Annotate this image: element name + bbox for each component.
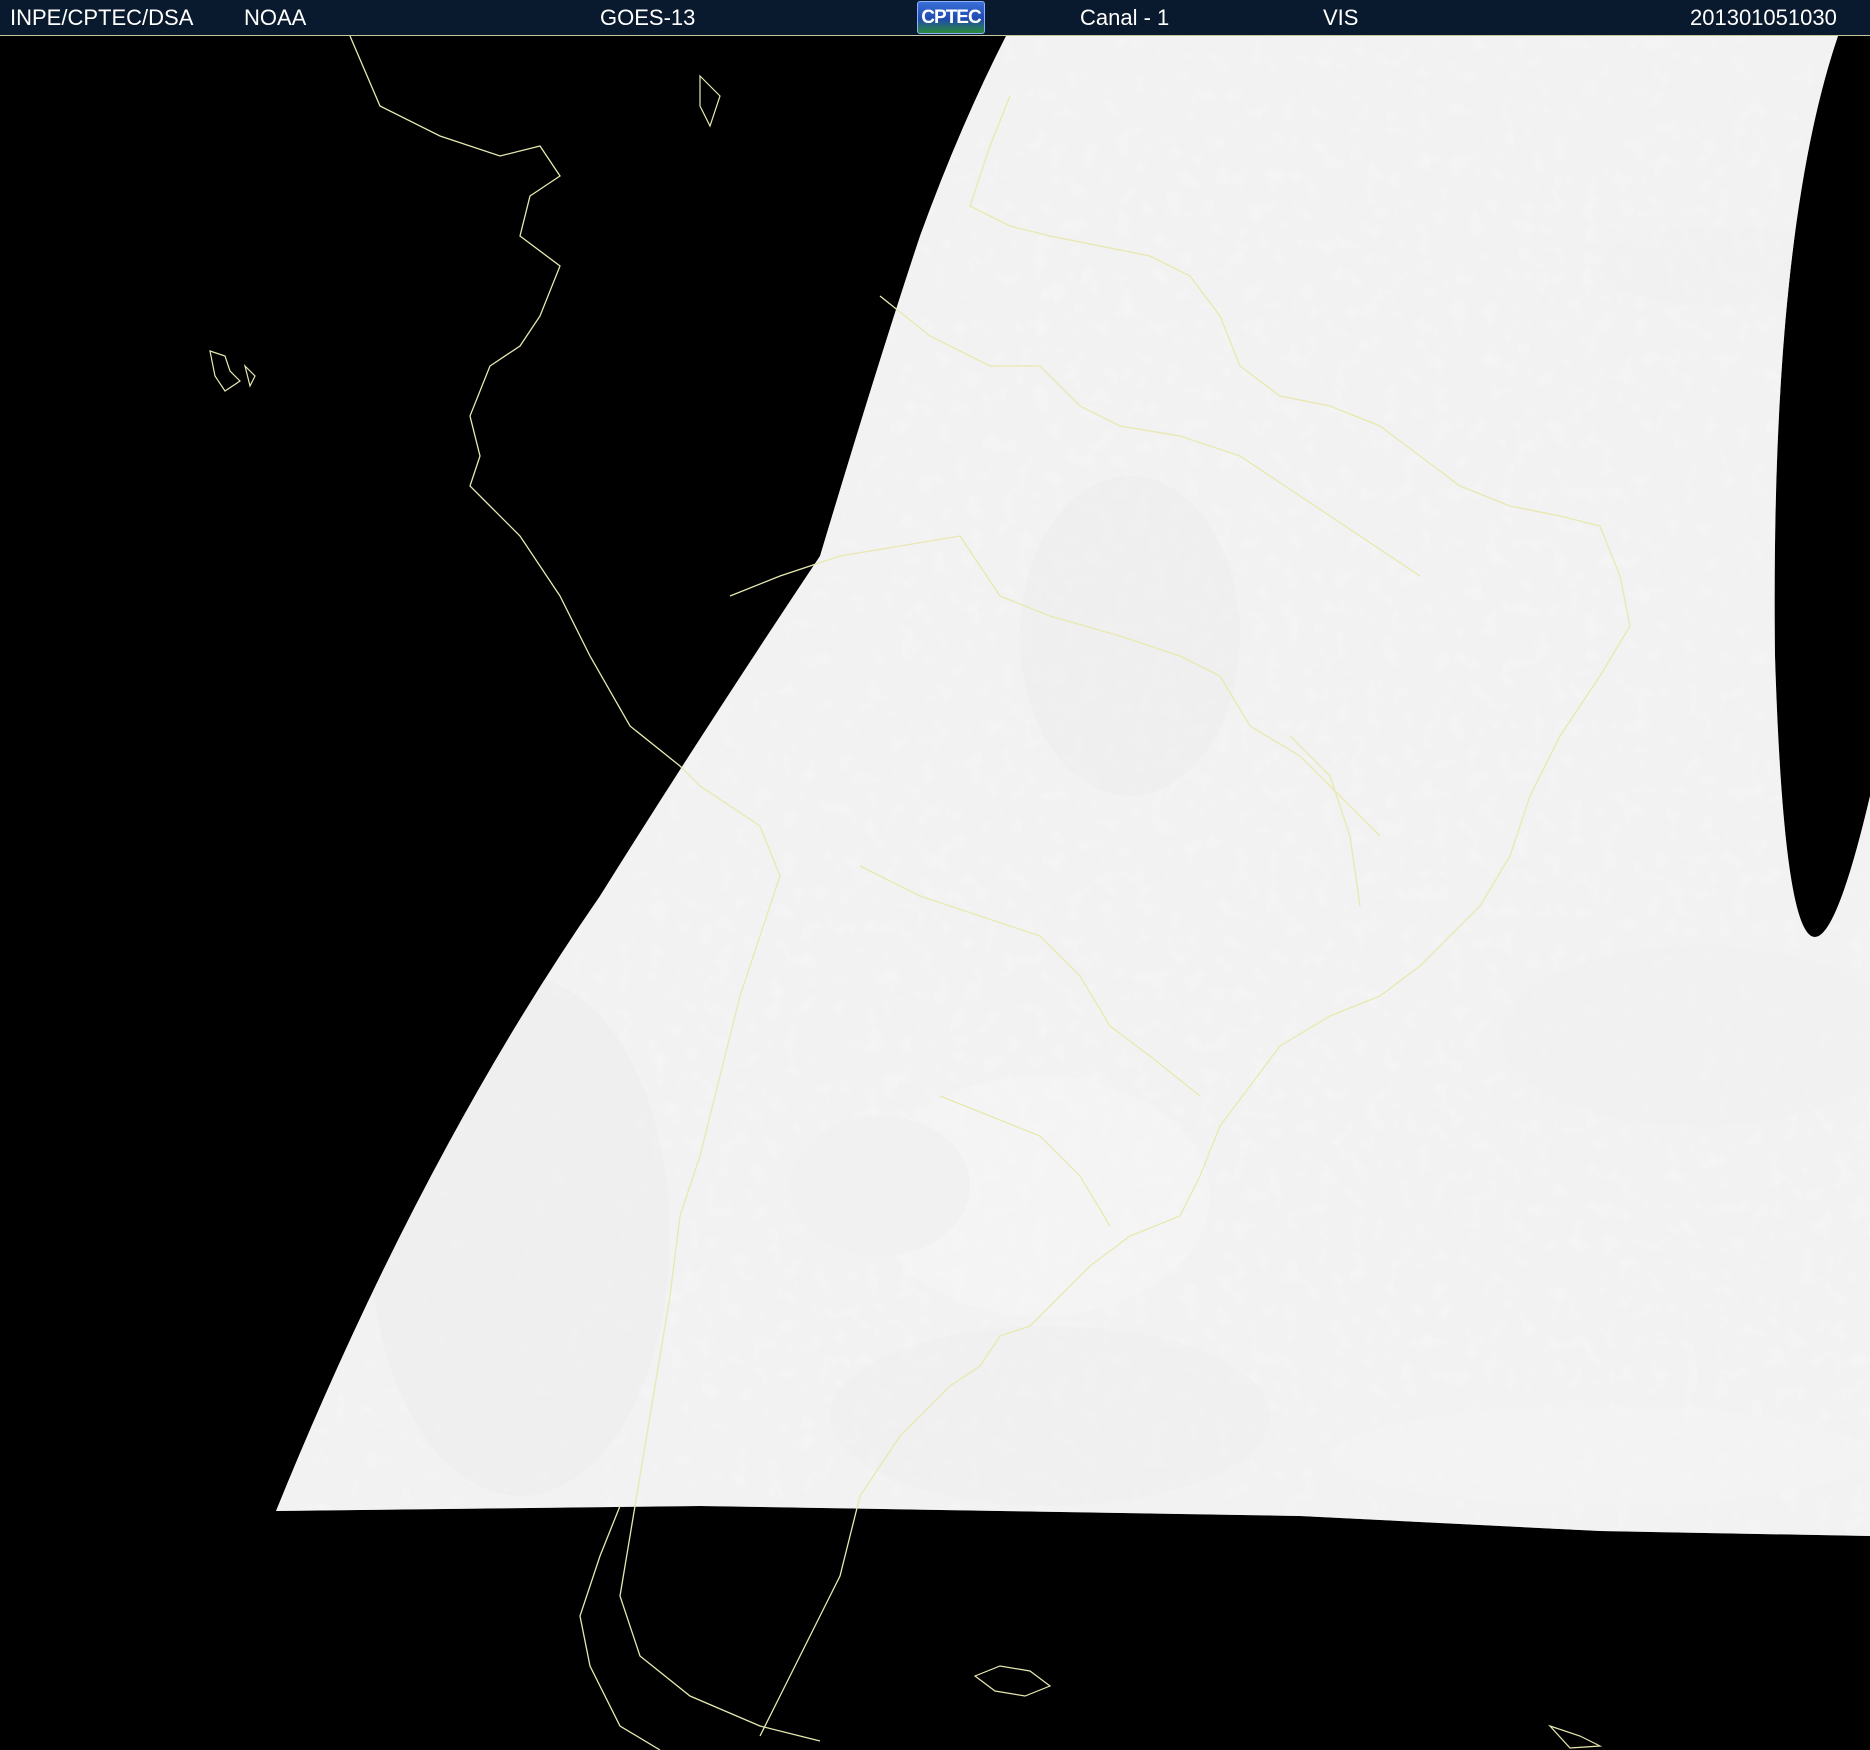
source-label: NOAA [244, 5, 307, 30]
band-label: VIS [1323, 5, 1359, 30]
agency-label: INPE/CPTEC/DSA [10, 5, 194, 30]
logo-text: CPTEC [921, 7, 981, 28]
timestamp-label: 201301051030 [1690, 5, 1837, 30]
channel-label: Canal - 1 [1080, 5, 1170, 30]
satellite-label: GOES-13 [600, 5, 696, 30]
image-header: INPE/CPTEC/DSA NOAA GOES-13 CPTEC Canal … [0, 0, 1870, 36]
satellite-image [0, 36, 1870, 1750]
cptec-logo: CPTEC [917, 1, 985, 34]
